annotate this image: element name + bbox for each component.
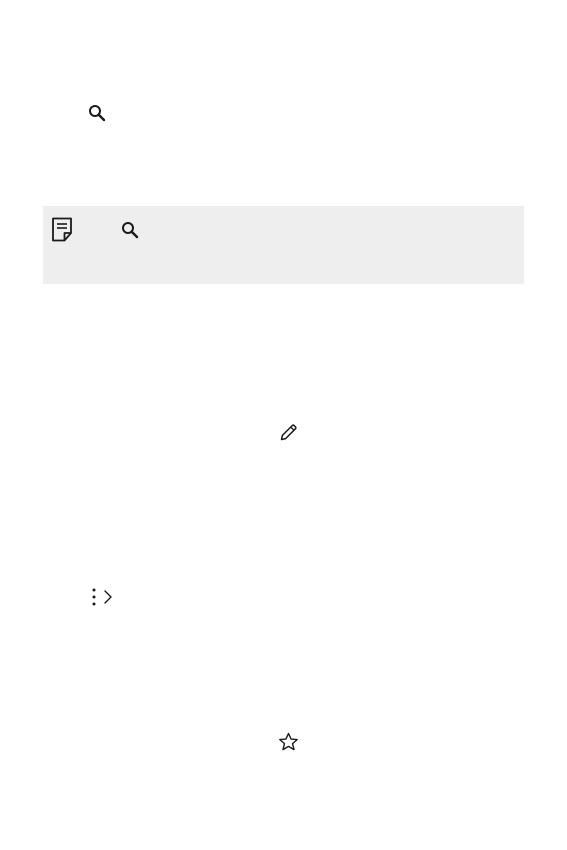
note-icon <box>51 217 73 242</box>
pencil-icon <box>279 423 298 442</box>
more-vertical-icon <box>91 587 97 607</box>
search-icon <box>121 221 139 239</box>
star-icon <box>278 732 299 752</box>
chevron-right-icon <box>103 589 113 605</box>
note-box <box>43 206 524 284</box>
search-icon <box>88 104 106 122</box>
